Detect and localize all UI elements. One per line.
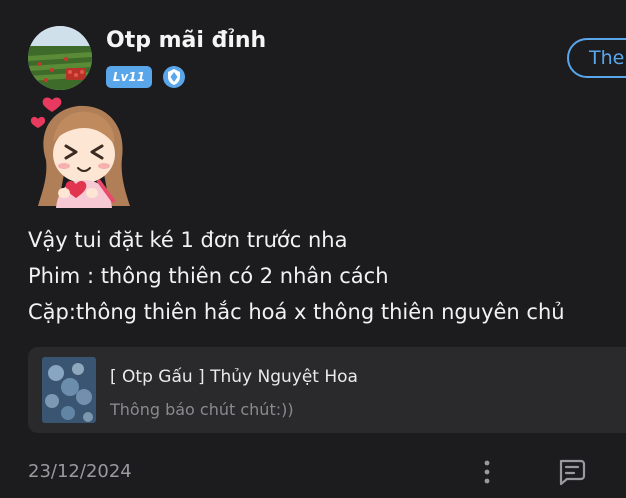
linked-post-thumbnail <box>42 357 96 423</box>
post-content-line: Phim : thông thiên có 2 nhân cách <box>28 264 389 288</box>
post-card: Otp mãi đỉnh Lv11 The Vậy tui đặt ké 1 đ… <box>0 0 626 498</box>
anime-girl-sticker <box>26 96 144 212</box>
post-date: 23/12/2024 <box>28 461 132 482</box>
comment-icon[interactable] <box>556 457 586 487</box>
post-content-line: Vậy tui đặt ké 1 đơn trước nha <box>28 228 348 252</box>
verified-shield-icon <box>162 65 186 89</box>
author-name[interactable]: Otp mãi đỉnh <box>106 28 266 53</box>
linked-post-subtitle: Thông báo chút chút:)) <box>110 400 294 419</box>
linked-post-title: [ Otp Gấu ] Thủy Nguyệt Hoa <box>110 367 358 387</box>
level-badge: Lv11 <box>106 66 152 88</box>
post-content-line: Cặp:thông thiên hắc hoá x thông thiên ng… <box>28 300 565 324</box>
linked-post-card[interactable]: [ Otp Gấu ] Thủy Nguyệt Hoa Thông báo ch… <box>28 347 626 433</box>
follow-button[interactable]: The <box>567 38 626 78</box>
post-content: Vậy tui đặt ké 1 đơn trước nha Phim : th… <box>28 222 565 330</box>
more-vertical-icon[interactable] <box>476 458 498 488</box>
author-avatar[interactable] <box>28 26 92 90</box>
